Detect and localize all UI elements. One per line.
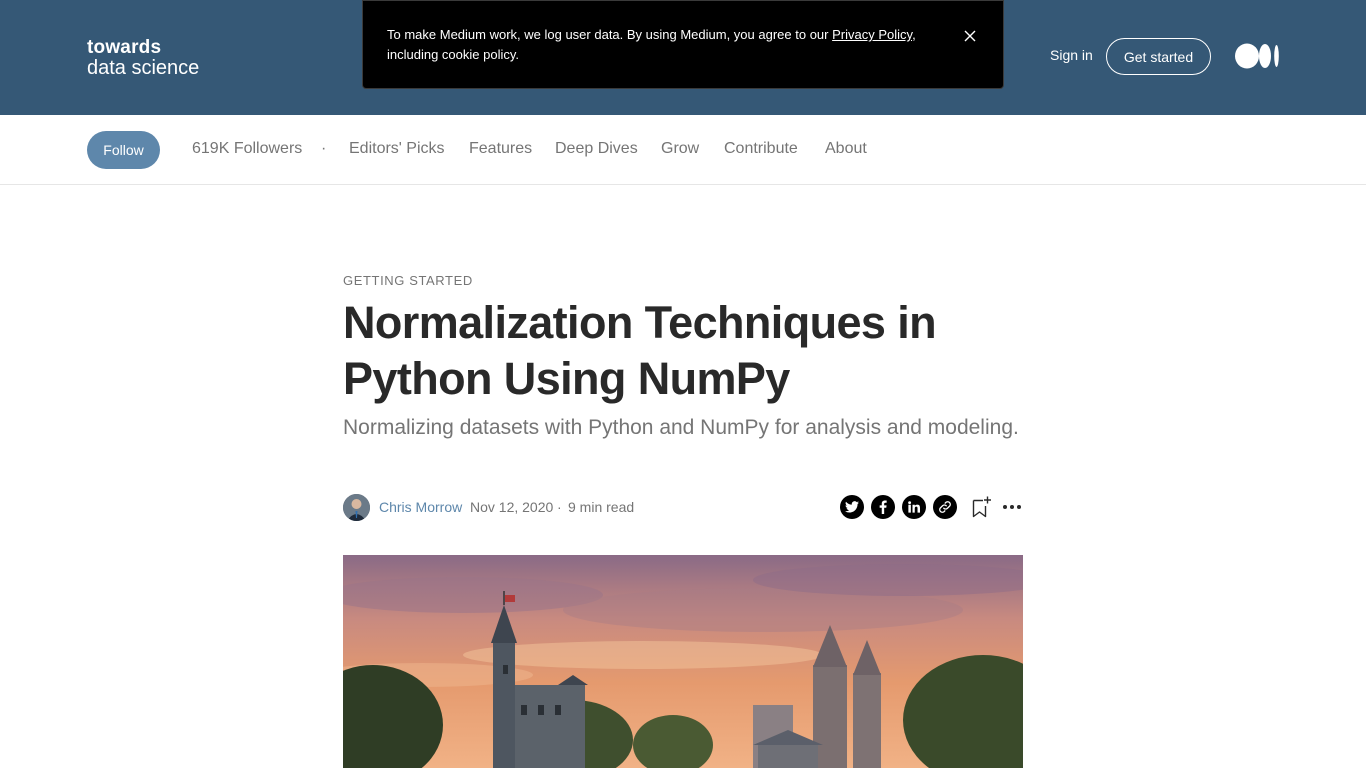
cookie-banner: To make Medium work, we log user data. B… bbox=[362, 0, 1004, 89]
publication-nav: Follow 619K Followers · Editors' Picks F… bbox=[0, 115, 1366, 185]
logo-line-1: towards bbox=[87, 37, 162, 58]
sign-in-link[interactable]: Sign in bbox=[1050, 47, 1093, 63]
site-header: towards data science To make Medium work… bbox=[0, 0, 1366, 115]
article-hero-image bbox=[343, 555, 1023, 768]
bookmark-add-icon[interactable] bbox=[970, 495, 992, 519]
privacy-policy-link[interactable]: Privacy Policy bbox=[832, 27, 912, 42]
publish-date[interactable]: Nov 12, 2020 bbox=[470, 499, 553, 515]
nav-item-editors-picks[interactable]: Editors' Picks bbox=[349, 140, 445, 158]
facebook-icon[interactable] bbox=[871, 495, 895, 519]
get-started-button[interactable]: Get started bbox=[1106, 38, 1211, 75]
nav-item-features[interactable]: Features bbox=[469, 140, 532, 158]
follow-button[interactable]: Follow bbox=[87, 131, 160, 169]
more-options-icon[interactable] bbox=[1001, 495, 1023, 519]
nav-item-grow[interactable]: Grow bbox=[661, 140, 699, 158]
nav-item-deep-dives[interactable]: Deep Dives bbox=[555, 140, 638, 158]
logo-line-2: data science bbox=[87, 57, 200, 79]
author-name-link[interactable]: Chris Morrow bbox=[379, 499, 462, 515]
cookie-text-before: To make Medium work, we log user data. B… bbox=[387, 27, 833, 42]
medium-logo-icon[interactable] bbox=[1235, 43, 1281, 69]
read-time: 9 min read bbox=[568, 499, 635, 515]
publication-logo[interactable]: towards data science bbox=[87, 37, 200, 79]
close-icon[interactable] bbox=[961, 27, 979, 45]
author-avatar[interactable] bbox=[343, 494, 370, 521]
twitter-icon[interactable] bbox=[840, 495, 864, 519]
nav-item-about[interactable]: About bbox=[825, 140, 867, 158]
nav-item-contribute[interactable]: Contribute bbox=[724, 140, 798, 158]
followers-count[interactable]: 619K Followers bbox=[192, 140, 302, 158]
article-subtitle: Normalizing datasets with Python and Num… bbox=[343, 416, 1019, 439]
nav-separator: · bbox=[321, 140, 327, 157]
byline-separator: · bbox=[557, 499, 562, 515]
article-kicker[interactable]: GETTING STARTED bbox=[343, 273, 473, 288]
article-byline: Chris Morrow Nov 12, 2020 · 9 min read bbox=[343, 494, 1023, 521]
linkedin-icon[interactable] bbox=[902, 495, 926, 519]
cookie-banner-text: To make Medium work, we log user data. B… bbox=[387, 25, 927, 65]
article-title: Normalization Techniques in Python Using… bbox=[343, 297, 937, 404]
link-icon[interactable] bbox=[933, 495, 957, 519]
